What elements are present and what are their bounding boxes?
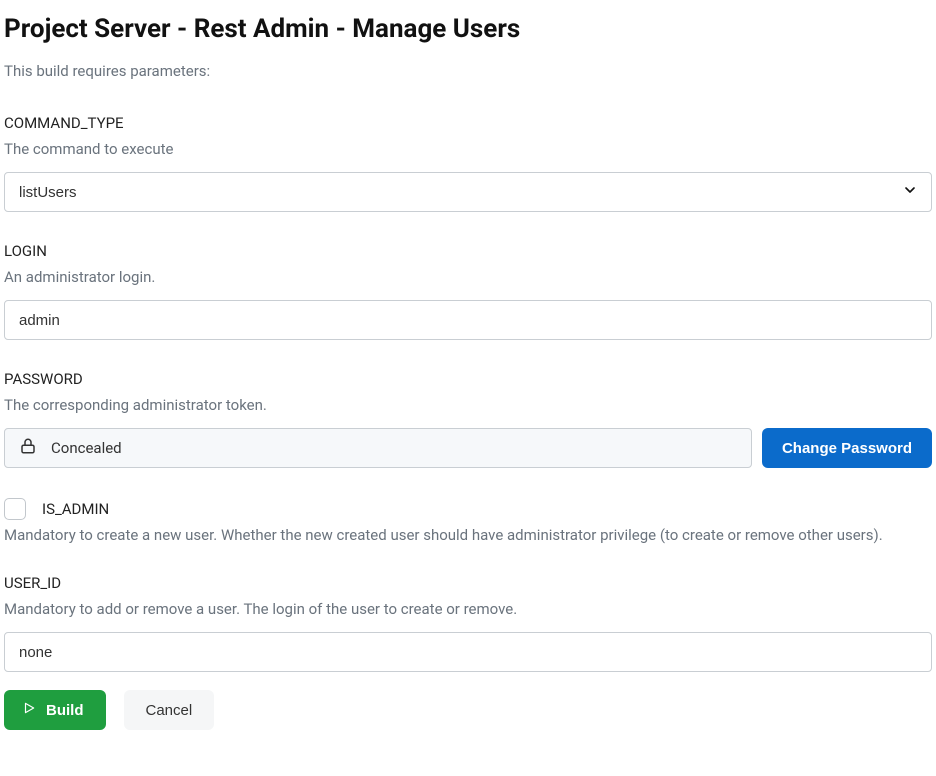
param-label-is-admin: IS_ADMIN: [42, 500, 109, 518]
param-help-login: An administrator login.: [4, 268, 932, 286]
param-label-user-id: USER_ID: [4, 574, 932, 592]
param-help-command-type: The command to execute: [4, 140, 932, 158]
param-help-user-id: Mandatory to add or remove a user. The l…: [4, 600, 932, 618]
param-label-password: PASSWORD: [4, 370, 932, 388]
is-admin-checkbox[interactable]: [4, 498, 26, 520]
action-bar: Build Cancel: [4, 690, 932, 730]
page-title: Project Server - Rest Admin - Manage Use…: [4, 14, 932, 44]
param-label-command-type: COMMAND_TYPE: [4, 114, 932, 132]
param-label-login: LOGIN: [4, 242, 932, 260]
password-concealed-field: Concealed: [4, 428, 752, 468]
param-command-type: COMMAND_TYPE The command to execute list…: [4, 114, 932, 212]
password-concealed-text: Concealed: [51, 439, 122, 457]
page-subtitle: This build requires parameters:: [4, 62, 932, 80]
build-button[interactable]: Build: [4, 690, 106, 730]
change-password-button[interactable]: Change Password: [762, 428, 932, 468]
login-input[interactable]: [4, 300, 932, 340]
play-icon: [22, 701, 36, 719]
param-help-is-admin: Mandatory to create a new user. Whether …: [4, 526, 932, 544]
lock-icon: [19, 437, 37, 459]
cancel-button[interactable]: Cancel: [124, 690, 215, 730]
param-user-id: USER_ID Mandatory to add or remove a use…: [4, 574, 932, 672]
command-type-select[interactable]: listUsers: [4, 172, 932, 212]
param-password: PASSWORD The corresponding administrator…: [4, 370, 932, 468]
param-login: LOGIN An administrator login.: [4, 242, 932, 340]
param-help-password: The corresponding administrator token.: [4, 396, 932, 414]
build-button-label: Build: [46, 702, 84, 719]
param-is-admin: IS_ADMIN Mandatory to create a new user.…: [4, 498, 932, 544]
user-id-input[interactable]: [4, 632, 932, 672]
